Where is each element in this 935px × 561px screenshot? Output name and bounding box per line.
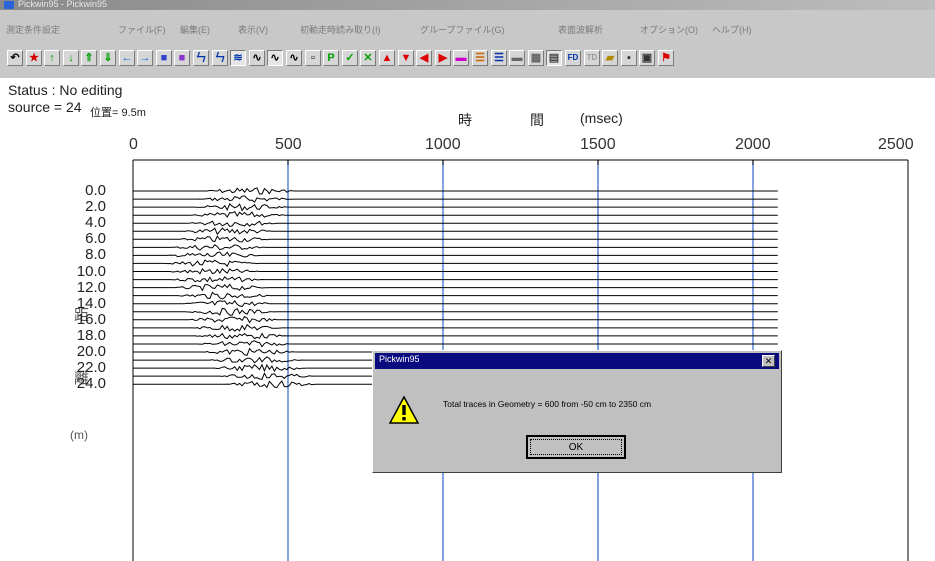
dialog-title-bar: Pickwin95 ✕ [375, 353, 779, 369]
trace-line [133, 323, 778, 332]
trace-line [133, 276, 778, 283]
trace-line [133, 283, 778, 292]
ok-button[interactable]: OK [526, 435, 626, 459]
dialog-message: Total traces in Geometry = 600 from -50 … [443, 399, 652, 409]
trace-line [133, 299, 778, 308]
trace-line [133, 315, 778, 324]
trace-line [133, 187, 778, 195]
trace-line [133, 259, 778, 268]
trace-line [133, 203, 778, 212]
message-dialog: Pickwin95 ✕ Total traces in Geometry = 6… [372, 350, 782, 473]
ok-button-label: OK [568, 441, 584, 453]
trace-line [133, 251, 778, 258]
dialog-close-button[interactable]: ✕ [762, 355, 775, 367]
trace-line [133, 332, 778, 340]
dialog-title: Pickwin95 [379, 354, 420, 364]
trace-line [133, 244, 778, 251]
trace-line [133, 267, 778, 275]
trace-line [133, 291, 778, 300]
trace-line [133, 220, 778, 227]
warning-icon [389, 395, 419, 424]
trace-line [133, 235, 778, 243]
trace-line [133, 227, 778, 236]
seismic-trace-plot[interactable] [0, 0, 935, 561]
trace-line [133, 340, 778, 348]
trace-line [133, 195, 778, 203]
trace-line [133, 211, 778, 218]
trace-line [133, 307, 778, 316]
